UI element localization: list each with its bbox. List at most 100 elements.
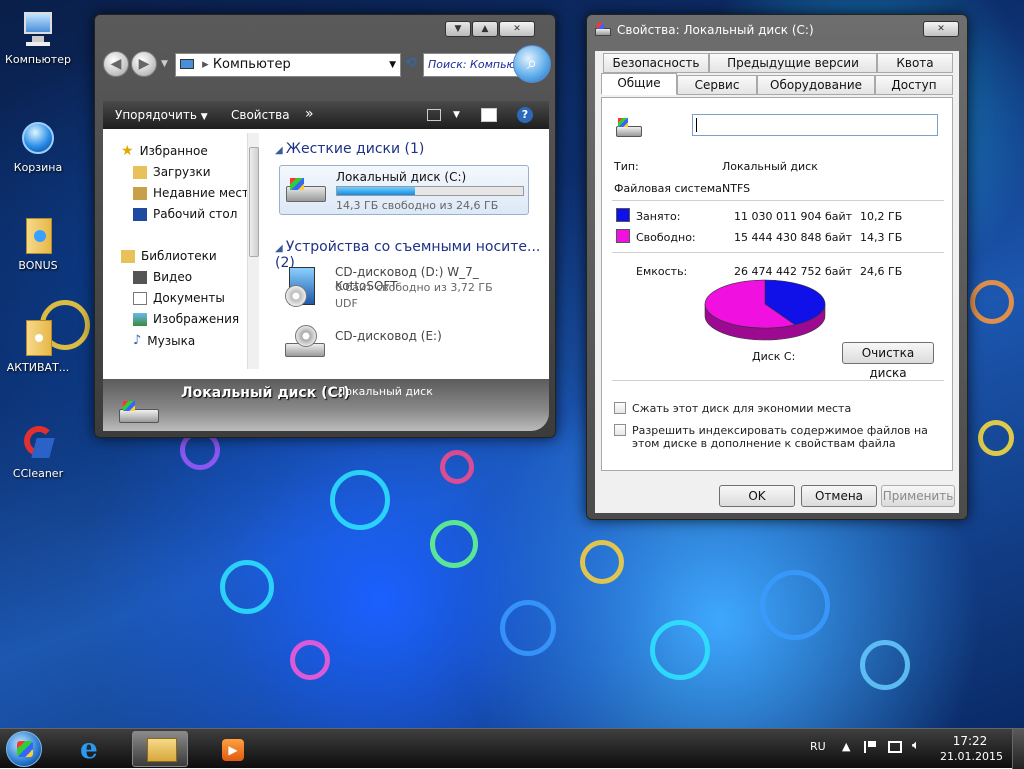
tab-general[interactable]: Общие — [601, 73, 677, 95]
desktop-icon-ccleaner[interactable]: CCleaner — [2, 424, 74, 480]
nav-documents[interactable]: Документы — [133, 291, 225, 305]
hard-drive-icon — [616, 118, 642, 138]
content-pane: ◢ Жесткие диски (1) Локальный диск (C:) … — [265, 129, 549, 379]
desktop-icon-activator[interactable]: АКТИВАТ... — [2, 318, 74, 374]
desktop-icon-computer[interactable]: Компьютер — [2, 10, 74, 66]
close-button[interactable]: ✕ — [923, 21, 959, 37]
cancel-button[interactable]: Отмена — [801, 485, 877, 507]
tab-label: Квота — [896, 56, 934, 70]
drive-usage-bar — [336, 186, 524, 196]
network-icon[interactable] — [888, 741, 902, 753]
music-icon: ♪ — [133, 333, 142, 348]
scrollbar-thumb[interactable] — [249, 147, 259, 257]
tab-label: Общие — [617, 76, 661, 90]
help-icon[interactable]: ? — [517, 107, 533, 123]
properties-label: Свойства — [231, 108, 290, 122]
show-desktop-button[interactable] — [1012, 729, 1024, 769]
language-indicator[interactable]: RU — [810, 740, 826, 753]
tab-sharing[interactable]: Доступ — [875, 75, 953, 95]
refresh-icon[interactable]: ⟲ — [405, 55, 417, 71]
view-dropdown-icon[interactable]: ▼ — [453, 110, 460, 120]
view-options-icon[interactable] — [427, 109, 441, 121]
nav-downloads[interactable]: Загрузки — [133, 165, 211, 179]
nav-label: Музыка — [147, 333, 196, 348]
preview-pane-icon[interactable] — [481, 108, 497, 122]
drive-small-icon — [595, 23, 611, 37]
properties-button[interactable]: Свойства — [231, 108, 290, 122]
tab-label: Оборудование — [770, 78, 862, 92]
details-pane: Локальный диск (C:) Локальный диск — [103, 379, 549, 431]
disk-cleanup-button[interactable]: Очистка диска — [842, 342, 934, 380]
search-button[interactable]: ⌕ — [513, 45, 551, 83]
tab-hardware[interactable]: Оборудование — [757, 75, 875, 95]
nav-music[interactable]: ♪ Музыка — [133, 333, 195, 348]
properties-dialog: Свойства: Локальный диск (C:) ✕ Безопасн… — [586, 14, 968, 520]
dialog-title: Свойства: Локальный диск (C:) — [617, 23, 814, 37]
apply-button[interactable]: Применить — [881, 485, 955, 507]
tab-previous-versions[interactable]: Предыдущие версии — [709, 53, 877, 73]
folder-icon — [18, 216, 58, 256]
action-center-flag-icon[interactable] — [864, 741, 876, 753]
taskbar-media-player[interactable]: ▶ — [204, 731, 260, 767]
capacity-gb: 24,6 ГБ — [860, 265, 903, 278]
nav-label: Недавние места — [153, 186, 257, 200]
wallpaper-swirl — [978, 420, 1014, 456]
organize-button[interactable]: Упорядочить ▼ — [115, 108, 208, 122]
index-checkbox[interactable] — [614, 424, 626, 436]
nav-recent-places[interactable]: Недавние места — [133, 186, 256, 200]
arrow-left-icon: ◀ — [110, 56, 122, 72]
images-icon — [133, 312, 147, 326]
volume-icon[interactable]: 🔈︎ — [912, 738, 920, 753]
nav-images[interactable]: Изображения — [133, 312, 239, 326]
used-space-swatch — [616, 208, 630, 222]
drive-label-input[interactable] — [692, 114, 938, 136]
desktop-icon-recycle-bin[interactable]: Корзина — [2, 118, 74, 174]
more-label: » — [305, 106, 314, 122]
star-icon: ★ — [121, 143, 134, 159]
clock-time[interactable]: 17:22 — [950, 734, 990, 748]
taskbar-internet-explorer[interactable]: e — [66, 731, 122, 767]
desktop-icon-bonus[interactable]: BONUS — [2, 216, 74, 272]
compress-checkbox[interactable] — [614, 402, 626, 414]
collapse-icon: ◢ — [275, 145, 286, 156]
show-hidden-icons[interactable]: ▲ — [842, 740, 850, 753]
tab-quota[interactable]: Квота — [877, 53, 953, 73]
general-tab-page: Тип: Локальный диск Файловая система: NT… — [601, 97, 953, 471]
nav-desktop[interactable]: Рабочий стол — [133, 207, 237, 221]
nav-video[interactable]: Видео — [133, 270, 192, 284]
nav-label: Документы — [153, 291, 225, 305]
drive-c[interactable]: Локальный диск (C:) 14,3 ГБ свободно из … — [279, 165, 529, 215]
start-button[interactable] — [6, 731, 42, 767]
address-dropdown-icon[interactable]: ▼ — [389, 54, 396, 76]
tab-security[interactable]: Безопасность — [603, 53, 709, 73]
maximize-button[interactable]: ▲ — [472, 21, 498, 37]
ok-button[interactable]: OK — [719, 485, 795, 507]
history-dropdown-icon[interactable]: ▼ — [161, 59, 168, 69]
more-commands-button[interactable]: » — [305, 106, 314, 122]
taskbar-explorer[interactable] — [132, 731, 188, 767]
drive-d[interactable]: CD-дисковод (D:) W_7_ KottoSOFT 0 байт с… — [279, 261, 529, 313]
tab-tools[interactable]: Сервис — [677, 75, 757, 95]
drive-e[interactable]: CD-дисковод (E:) — [279, 319, 529, 365]
desktop-icon-label: BONUS — [18, 259, 58, 272]
close-button[interactable]: ✕ — [499, 21, 535, 37]
libraries-icon — [121, 249, 135, 263]
separator — [612, 380, 944, 381]
address-bar[interactable]: ▸ Компьютер ▼ — [175, 53, 401, 77]
minimize-button[interactable]: ▼ — [445, 21, 471, 37]
nav-favorites[interactable]: ★ Избранное — [121, 143, 208, 159]
wallpaper-swirl — [650, 620, 710, 680]
search-input[interactable]: Поиск: Компьют... — [423, 53, 527, 77]
hard-drive-icon — [286, 178, 326, 204]
clock-date[interactable]: 21.01.2015 — [940, 750, 1003, 763]
free-space-swatch — [616, 229, 630, 243]
back-button[interactable]: ◀ — [103, 51, 129, 77]
forward-button[interactable]: ▶ — [131, 51, 157, 77]
documents-icon — [133, 291, 147, 305]
nav-scrollbar[interactable] — [247, 133, 259, 369]
downloads-folder-icon — [133, 165, 147, 179]
group-header-hard-drives[interactable]: ◢ Жесткие диски (1) — [275, 141, 424, 157]
computer-icon — [18, 10, 58, 50]
wallpaper-swirl — [220, 560, 274, 614]
nav-libraries[interactable]: Библиотеки — [121, 249, 217, 263]
